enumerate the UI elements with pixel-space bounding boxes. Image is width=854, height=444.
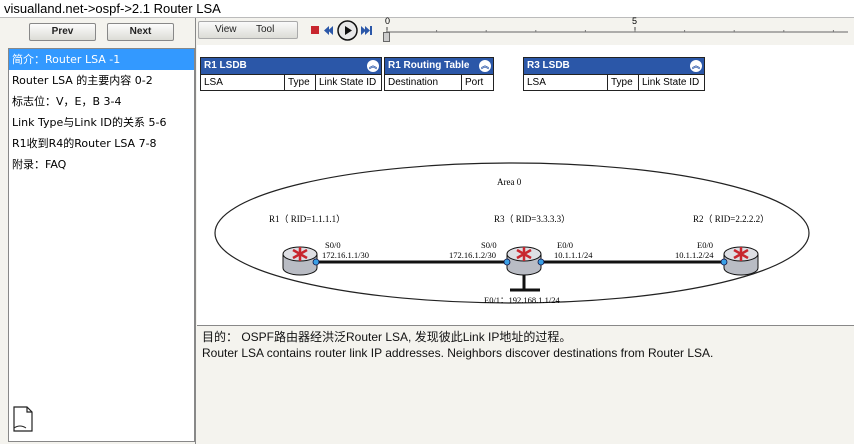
timeline-label-mid: 5 <box>632 16 638 26</box>
area-label: Area 0 <box>497 177 522 187</box>
r3-port-right: E0/0 <box>557 240 573 250</box>
toolbar: View Tool 0 5 <box>196 16 854 45</box>
outline-list: 简介：Router LSA -1 Router LSA 的主要内容 0-2 标志… <box>8 48 195 442</box>
left-panel: Prev Next 简介：Router LSA -1 Router LSA 的主… <box>0 18 196 444</box>
collapse-icon[interactable]: ︽ <box>690 60 702 72</box>
r3-lsdb-title: R3 LSDB <box>527 60 570 71</box>
r1-routing-title: R1 Routing Table <box>388 60 470 71</box>
outline-item-intro[interactable]: 简介：Router LSA -1 <box>9 49 194 70</box>
col-port: Port <box>465 77 484 88</box>
collapse-icon[interactable]: ︽ <box>479 60 491 72</box>
r3-name: R3（ RID=3.3.3.3） <box>494 214 570 224</box>
col-lsa: LSA <box>524 75 608 90</box>
r2-port: E0/0 <box>697 240 713 250</box>
col-destination: Destination <box>385 75 462 90</box>
description-panel: 目的： OSPF路由器经洪泛Router LSA, 发现彼此Link IP地址的… <box>197 325 854 444</box>
forward-icon[interactable] <box>361 26 372 35</box>
r3-ip-left: 172.16.1.2/30 <box>449 250 496 260</box>
tool-menu[interactable]: Tool <box>256 22 274 38</box>
timeline-thumb[interactable] <box>383 32 390 42</box>
r1-routing-table: R1 Routing Table ︽ Destination Port <box>384 57 494 91</box>
router-r3-icon[interactable] <box>506 246 542 276</box>
r1-lsdb-table: R1 LSDB ︽ LSA Type Link State ID <box>200 57 382 91</box>
description-line-1: 目的： OSPF路由器经洪泛Router LSA, 发现彼此Link IP地址的… <box>202 330 572 344</box>
col-lsa: LSA <box>201 75 285 90</box>
main-canvas: Area 0 R1（ RID=1.1.1.1） S0/0 172.16.1.1/… <box>197 45 854 325</box>
app-frame: Prev Next 简介：Router LSA -1 Router LSA 的主… <box>0 16 854 444</box>
r1-lsdb-title: R1 LSDB <box>204 60 247 71</box>
router-r1-icon[interactable] <box>282 246 318 276</box>
r1-name: R1（ RID=1.1.1.1） <box>269 214 345 224</box>
col-link-state-id: Link State ID <box>319 77 377 88</box>
stop-icon[interactable] <box>311 26 320 35</box>
document-icon[interactable] <box>12 406 34 432</box>
prev-button[interactable]: Prev <box>29 23 96 41</box>
view-menu[interactable]: View <box>215 22 237 38</box>
port-r3-e00-icon <box>537 258 545 266</box>
r3-port-bottom: E0/1：192.168.1.1/24 <box>484 295 561 305</box>
timeline-label-start: 0 <box>385 16 391 26</box>
collapse-icon[interactable]: ︽ <box>367 60 379 72</box>
rewind-icon[interactable] <box>324 26 334 35</box>
description-line-2: Router LSA contains router link IP addre… <box>202 346 714 360</box>
r2-name: R2（ RID=2.2.2.2） <box>693 214 769 224</box>
view-tool-group <box>198 21 298 39</box>
next-button[interactable]: Next <box>107 23 174 41</box>
outline-item-flags[interactable]: 标志位：V，E，B 3-4 <box>9 91 194 112</box>
router-r2-icon[interactable] <box>723 246 759 276</box>
timeline-slider[interactable]: 0 5 <box>383 16 851 45</box>
port-r2-e00-icon <box>720 258 728 266</box>
r2-ip: 10.1.1.2/24 <box>675 250 714 260</box>
play-icon[interactable] <box>337 20 358 41</box>
r1-ip: 172.16.1.1/30 <box>322 250 369 260</box>
col-type: Type <box>608 75 639 90</box>
r1-port: S0/0 <box>325 240 341 250</box>
col-type: Type <box>285 75 316 90</box>
port-r3-s00-icon <box>503 258 511 266</box>
outline-item-faq[interactable]: 附录：FAQ <box>9 154 194 175</box>
window-title: visualland.net->ospf->2.1 Router LSA <box>0 0 854 17</box>
outline-item-contents[interactable]: Router LSA 的主要内容 0-2 <box>9 70 194 91</box>
r3-port-left: S0/0 <box>481 240 497 250</box>
outline-item-r1-receives[interactable]: R1收到R4的Router LSA 7-8 <box>9 133 194 154</box>
port-r1-s00-icon <box>312 258 320 266</box>
r3-ip-right: 10.1.1.1/24 <box>554 250 593 260</box>
r3-lsdb-table: R3 LSDB ︽ LSA Type Link State ID <box>523 57 705 91</box>
outline-item-link-type[interactable]: Link Type与Link ID的关系 5-6 <box>9 112 194 133</box>
col-link-state-id: Link State ID <box>642 77 700 88</box>
